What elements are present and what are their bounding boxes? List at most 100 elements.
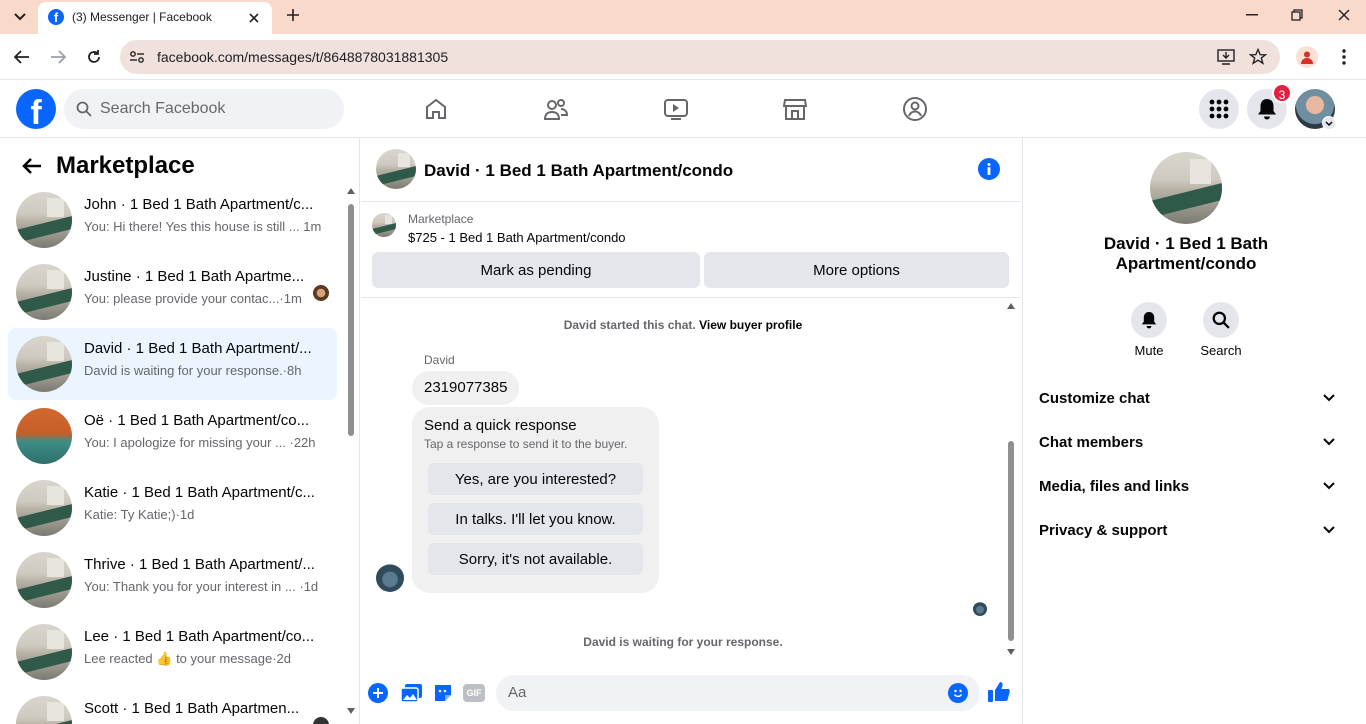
- notification-badge: 3: [1272, 83, 1292, 103]
- chat-header: David · 1 Bed 1 Bath Apartment/condo: [361, 138, 1021, 202]
- mute-button[interactable]: [1131, 302, 1167, 338]
- chat-members-section[interactable]: Chat members: [1039, 428, 1335, 456]
- tab-close-icon[interactable]: [244, 8, 264, 28]
- tab-search-chevron-icon[interactable]: [8, 6, 32, 28]
- listing-thumbnail: [16, 624, 72, 680]
- more-options-button[interactable]: More options: [704, 252, 1009, 288]
- browser-menu-icon[interactable]: [1334, 46, 1354, 68]
- message-input[interactable]: Aa: [496, 675, 980, 711]
- conversation-title: John · 1 Bed 1 Bath Apartment/c...: [84, 196, 314, 213]
- close-window-icon[interactable]: [1332, 4, 1356, 26]
- section-label: Media, files and links: [1039, 477, 1190, 495]
- gif-icon[interactable]: GIF: [463, 684, 485, 702]
- listing-detail[interactable]: $725 - 1 Bed 1 Bath Apartment/condo: [408, 230, 626, 245]
- chat-avatar[interactable]: [376, 149, 416, 189]
- quick-response-card: Send a quick response Tap a response to …: [412, 407, 659, 593]
- conversation-item[interactable]: Oë · 1 Bed 1 Bath Apartment/co... You: I…: [8, 400, 337, 472]
- listing-thumbnail: [16, 408, 72, 464]
- back-icon[interactable]: [10, 45, 34, 69]
- facebook-header: f Search Facebook 3: [0, 80, 1366, 138]
- privacy-support-section[interactable]: Privacy & support: [1039, 516, 1335, 544]
- bookmark-star-icon[interactable]: [1248, 47, 1268, 67]
- conversation-title: Oë · 1 Bed 1 Bath Apartment/co...: [84, 412, 310, 429]
- view-buyer-profile-link[interactable]: View buyer profile: [699, 318, 802, 332]
- home-icon[interactable]: [420, 94, 452, 124]
- emoji-icon[interactable]: [948, 683, 968, 703]
- thread-scrollbar[interactable]: [1006, 301, 1016, 659]
- conversation-item[interactable]: Thrive · 1 Bed 1 Bath Apartment/... You:…: [8, 544, 337, 616]
- conversation-item[interactable]: John · 1 Bed 1 Bath Apartment/c... You: …: [8, 184, 337, 256]
- install-app-icon[interactable]: [1216, 47, 1236, 67]
- attach-photo-icon[interactable]: [400, 683, 422, 703]
- conversation-title: David · 1 Bed 1 Bath Apartment/...: [84, 340, 312, 357]
- chat-info-panel: David · 1 Bed 1 Bath Apartment/condo Mut…: [1022, 138, 1366, 724]
- account-chevron-icon[interactable]: [1322, 116, 1336, 130]
- profile-icon[interactable]: [1296, 46, 1318, 68]
- mark-as-pending-button[interactable]: Mark as pending: [372, 252, 700, 288]
- conversation-item-active[interactable]: David · 1 Bed 1 Bath Apartment/... David…: [8, 328, 337, 400]
- listing-thumbnail: [16, 336, 72, 392]
- conversation-item[interactable]: Scott · 1 Bed 1 Bath Apartmen...: [8, 688, 337, 724]
- seen-receipt-avatar: [973, 602, 987, 616]
- customize-chat-section[interactable]: Customize chat: [1039, 384, 1335, 412]
- sticker-icon[interactable]: [432, 683, 454, 703]
- browser-tab-strip: f (3) Messenger | Facebook: [0, 0, 1366, 34]
- gif-label: GIF: [466, 688, 482, 698]
- like-thumbs-up-icon[interactable]: [987, 680, 1011, 704]
- facebook-favicon-icon: f: [48, 9, 64, 25]
- conversation-item[interactable]: Justine · 1 Bed 1 Bath Apartme... You: p…: [8, 256, 337, 328]
- more-actions-plus-icon[interactable]: [368, 683, 388, 703]
- profile-picture[interactable]: [1150, 152, 1222, 224]
- section-label: Chat members: [1039, 433, 1144, 451]
- media-files-links-section[interactable]: Media, files and links: [1039, 472, 1335, 500]
- conversation-preview: You: I apologize for missing your ... · 2…: [84, 435, 316, 450]
- conversation-preview: David is waiting for your response. · 8h: [84, 363, 302, 378]
- back-arrow-icon[interactable]: [20, 154, 44, 178]
- friends-icon[interactable]: [540, 94, 572, 124]
- site-settings-icon[interactable]: [128, 48, 146, 66]
- listing-banner-thumbnail[interactable]: [372, 213, 396, 237]
- thread-scrollbar-thumb[interactable]: [1008, 441, 1014, 641]
- quick-reply-button[interactable]: Sorry, it's not available.: [428, 543, 643, 575]
- conversation-title: Justine · 1 Bed 1 Bath Apartme...: [84, 268, 305, 285]
- address-bar[interactable]: facebook.com/messages/t/8648878031881305: [120, 40, 1280, 74]
- url-text[interactable]: facebook.com/messages/t/8648878031881305: [157, 49, 448, 65]
- listing-thumbnail: [16, 192, 72, 248]
- menu-grid-icon[interactable]: [1199, 89, 1239, 129]
- conversation-item[interactable]: Katie · 1 Bed 1 Bath Apartment/c... Kati…: [8, 472, 337, 544]
- conversation-title: Katie · 1 Bed 1 Bath Apartment/c...: [84, 484, 315, 501]
- search-facebook-input[interactable]: Search Facebook: [64, 89, 344, 129]
- facebook-logo-icon[interactable]: f: [16, 89, 56, 129]
- search-label: Search: [1200, 343, 1242, 358]
- sender-avatar[interactable]: [376, 564, 404, 592]
- restore-icon[interactable]: [1285, 4, 1309, 26]
- conversation-title: Lee · 1 Bed 1 Bath Apartment/co...: [84, 628, 315, 645]
- search-placeholder: Search Facebook: [100, 100, 226, 117]
- forward-icon[interactable]: [46, 45, 70, 69]
- message-bubble[interactable]: 2319077385: [412, 371, 520, 405]
- quick-reply-button[interactable]: In talks. I'll let you know.: [428, 503, 643, 535]
- conversation-item[interactable]: Lee · 1 Bed 1 Bath Apartment/co... Lee r…: [8, 616, 337, 688]
- listing-thumbnail: [16, 480, 72, 536]
- waiting-notice: David is waiting for your response.: [583, 635, 783, 649]
- conversation-list-panel: Marketplace John · 1 Bed 1 Bath Apartmen…: [0, 138, 360, 724]
- seen-avatar: [313, 285, 329, 301]
- info-icon[interactable]: [978, 158, 1000, 180]
- watch-icon[interactable]: [660, 94, 692, 124]
- list-scrollbar-thumb[interactable]: [348, 204, 354, 436]
- message-composer: GIF Aa: [361, 670, 1021, 724]
- marketplace-icon[interactable]: [779, 94, 811, 124]
- search-in-chat-button[interactable]: [1203, 302, 1239, 338]
- chat-title[interactable]: David · 1 Bed 1 Bath Apartment/condo: [424, 161, 733, 181]
- reload-icon[interactable]: [82, 45, 106, 69]
- new-tab-icon[interactable]: [282, 4, 304, 26]
- conversation-preview: Lee reacted 👍 to your message · 2d: [84, 651, 291, 666]
- quick-reply-button[interactable]: Yes, are you interested?: [428, 463, 643, 495]
- minimize-icon[interactable]: [1240, 4, 1264, 26]
- browser-tab[interactable]: f (3) Messenger | Facebook: [38, 2, 272, 34]
- chat-started-text: David started this chat.: [563, 318, 696, 332]
- list-scrollbar[interactable]: [346, 186, 356, 724]
- groups-icon[interactable]: [899, 94, 931, 124]
- listing-banner: Marketplace $725 - 1 Bed 1 Bath Apartmen…: [361, 202, 1021, 298]
- seen-avatar: [313, 717, 329, 724]
